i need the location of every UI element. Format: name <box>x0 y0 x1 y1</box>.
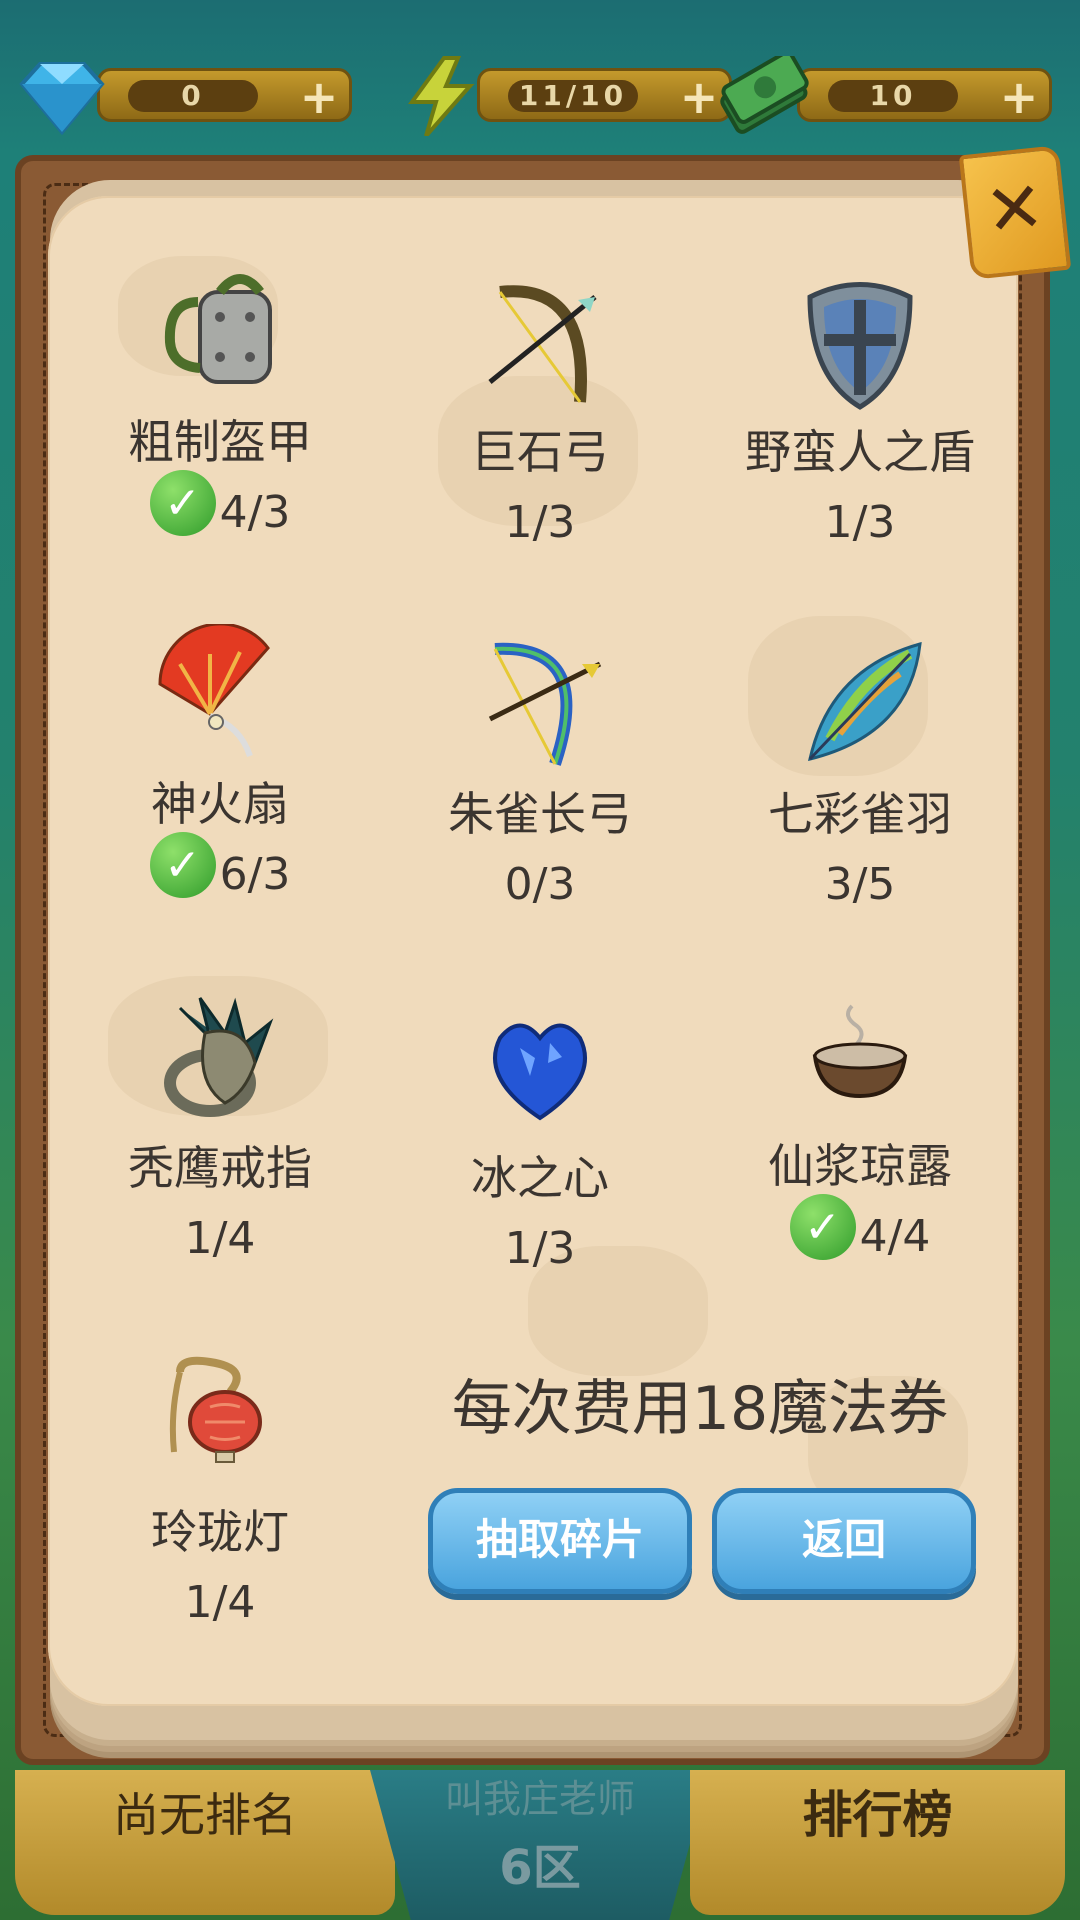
close-button[interactable]: ✕ <box>958 145 1072 280</box>
item-count: 4/3 <box>219 487 291 538</box>
item-name: 巨石弓 <box>471 425 609 479</box>
item-name: 仙浆琼露 <box>768 1139 952 1193</box>
check-icon: ✓ <box>149 832 216 898</box>
item-count: 1/4 <box>184 1577 256 1628</box>
cash-counter: 10 + <box>712 56 1052 134</box>
diamond-counter: 0 + <box>12 62 352 136</box>
lightning-icon <box>408 56 475 136</box>
item-count: 1/3 <box>504 497 576 548</box>
ice-heart-icon <box>493 1023 587 1121</box>
item-count: 4/4 <box>859 1211 931 1262</box>
shield-icon <box>807 282 913 410</box>
item-name: 朱雀长弓 <box>448 787 632 841</box>
item-count: 1/3 <box>824 497 896 548</box>
cash-value: 10 <box>828 80 958 112</box>
item-card[interactable]: 玲珑灯 1/4 <box>60 1352 380 1628</box>
server-zone: 6区 <box>499 1840 581 1896</box>
item-count: 1/3 <box>504 1223 576 1274</box>
leaderboard-tab[interactable]: 排行榜 <box>690 1770 1065 1915</box>
bow-icon <box>488 285 597 403</box>
armor-icon <box>164 274 272 384</box>
bowl-icon <box>812 1004 908 1099</box>
resource-bar: 0 + 11/10 + 10 + <box>0 0 1080 150</box>
item-name: 七彩雀羽 <box>768 787 952 841</box>
item-card[interactable]: 秃鹰戒指 1/4 <box>60 988 380 1264</box>
item-card[interactable]: 冰之心 1/3 <box>380 998 700 1274</box>
item-count: 3/5 <box>824 859 896 910</box>
item-card[interactable]: 粗制盔甲 ✓ 4/3 <box>60 262 380 538</box>
item-card[interactable]: 神火扇 ✓ 6/3 <box>60 624 380 900</box>
rank-status-label: 尚无排名 <box>113 1788 297 1842</box>
longbow-icon <box>488 642 602 766</box>
close-icon: ✕ <box>981 165 1049 253</box>
bottom-bar: 尚无排名 叫我庄老师 6区 排行榜 <box>0 1770 1080 1920</box>
diamond-value: 0 <box>128 80 258 112</box>
add-diamond-button[interactable]: + <box>299 74 339 120</box>
fan-icon <box>158 624 270 758</box>
item-card[interactable]: 七彩雀羽 3/5 <box>700 634 1020 910</box>
ring-icon <box>164 997 274 1117</box>
item-name: 秃鹰戒指 <box>128 1141 312 1195</box>
leaderboard-label: 排行榜 <box>802 1786 953 1844</box>
item-card[interactable]: 野蛮人之盾 1/3 <box>700 272 1020 548</box>
item-name: 神火扇 <box>151 777 289 831</box>
player-name: 叫我庄老师 <box>444 1777 635 1821</box>
item-name: 玲珑灯 <box>151 1505 289 1559</box>
item-name: 冰之心 <box>471 1151 609 1205</box>
item-count: 1/4 <box>184 1213 256 1264</box>
cash-icon <box>720 56 809 134</box>
check-icon: ✓ <box>149 470 216 536</box>
cost-label: 每次费用18魔法券 <box>451 1374 949 1444</box>
item-name: 野蛮人之盾 <box>745 425 975 479</box>
item-count: 0/3 <box>504 859 576 910</box>
rank-status-tab[interactable]: 尚无排名 <box>15 1770 395 1915</box>
check-icon: ✓ <box>789 1194 856 1260</box>
draw-fragment-button[interactable]: 抽取碎片 <box>428 1488 692 1594</box>
item-name: 粗制盔甲 <box>128 415 312 469</box>
energy-counter: 11/10 + <box>392 56 732 136</box>
player-info-tab[interactable]: 叫我庄老师 6区 <box>370 1770 710 1920</box>
energy-value: 11/10 <box>508 80 638 112</box>
item-card[interactable]: 朱雀长弓 0/3 <box>380 634 700 910</box>
item-card[interactable]: 仙浆琼露 ✓ 4/4 <box>700 986 1020 1262</box>
item-card[interactable]: 巨石弓 1/3 <box>380 272 700 548</box>
add-cash-button[interactable]: + <box>999 74 1039 120</box>
item-count: 6/3 <box>219 849 291 900</box>
diamond-icon <box>19 62 105 136</box>
feather-icon <box>808 641 922 762</box>
lantern-icon <box>169 1356 262 1463</box>
back-button[interactable]: 返回 <box>712 1488 976 1594</box>
